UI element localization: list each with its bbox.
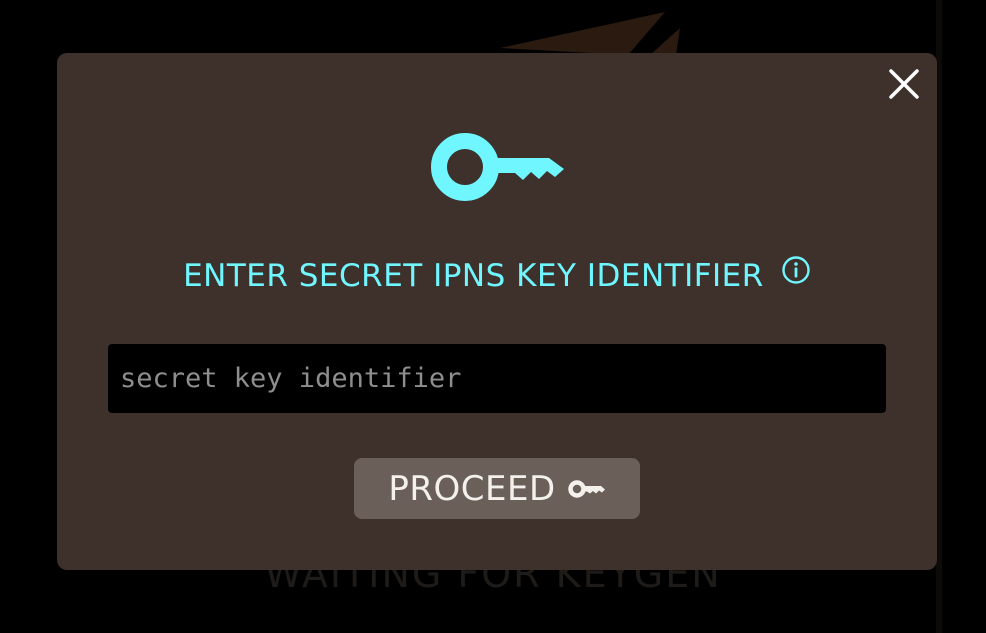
- info-icon[interactable]: [781, 255, 811, 285]
- screen: WAITING FOR KEYGEN ENTER SECRET IPNS KEY…: [0, 0, 986, 633]
- key-icon: [567, 479, 605, 498]
- title-row: ENTER SECRET IPNS KEY IDENTIFIER: [57, 255, 937, 294]
- secret-key-input[interactable]: [108, 344, 886, 413]
- proceed-button[interactable]: PROCEED: [354, 458, 640, 519]
- proceed-button-label: PROCEED: [388, 468, 556, 509]
- close-icon[interactable]: [887, 67, 921, 101]
- key-icon: [431, 133, 564, 201]
- secret-key-modal: ENTER SECRET IPNS KEY IDENTIFIER PROCEED: [57, 53, 937, 570]
- modal-title: ENTER SECRET IPNS KEY IDENTIFIER: [183, 258, 764, 294]
